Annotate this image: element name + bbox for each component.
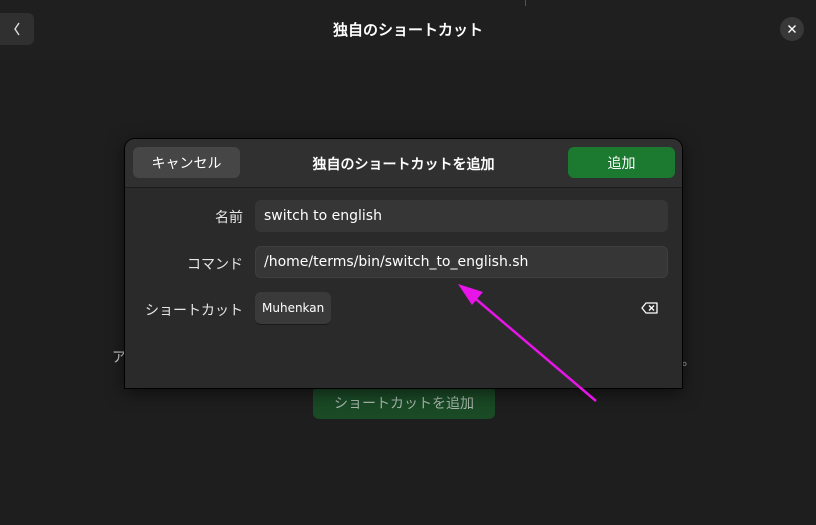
clear-shortcut-button[interactable] — [639, 299, 661, 317]
add-shortcut-button[interactable]: ショートカットを追加 — [313, 386, 495, 419]
shortcut-accelerator[interactable]: Muhenkan — [255, 292, 332, 325]
settings-window: 独自のショートカット ア 。 ショートカットを追加 キャンセル 独自のショートカ… — [0, 0, 816, 525]
window-title: 独自のショートカット — [332, 21, 483, 39]
backspace-clear-icon — [641, 302, 658, 314]
close-icon — [788, 25, 796, 33]
add-button[interactable]: 追加 — [568, 147, 675, 178]
shortcut-label: ショートカット — [145, 303, 243, 319]
add-custom-shortcut-dialog: キャンセル 独自のショートカットを追加 追加 名前 switch to engl… — [125, 139, 682, 388]
window-header: 独自のショートカット — [0, 0, 816, 59]
close-button[interactable] — [780, 17, 804, 41]
background-partial-text: ア — [112, 350, 126, 366]
command-field[interactable]: /home/terms/bin/switch_to_english.sh — [255, 246, 668, 278]
background-partial-text-right: 。 — [682, 354, 696, 369]
command-label: コマンド — [187, 257, 243, 273]
name-label: 名前 — [215, 210, 243, 226]
name-field[interactable]: switch to english — [255, 200, 668, 232]
header-tick — [525, 0, 526, 6]
dialog-header: キャンセル 独自のショートカットを追加 追加 — [125, 139, 682, 188]
